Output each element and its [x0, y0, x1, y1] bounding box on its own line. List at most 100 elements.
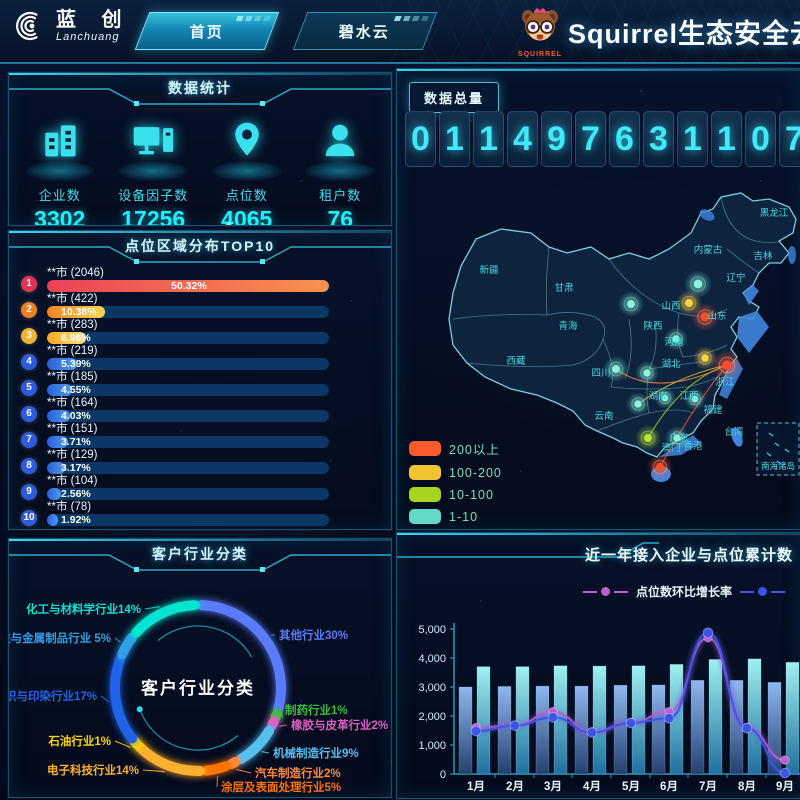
rank-badge: 6 [21, 406, 37, 422]
stat-item-4: 租户数76 [294, 117, 386, 226]
panel-head: 点位区域分布TOP10 [9, 231, 391, 265]
svg-text:福建: 福建 [703, 404, 723, 416]
map-legend-item: 200以上 [409, 439, 502, 458]
svg-text:南海诸岛: 南海诸岛 [761, 461, 795, 471]
region-label: **市 (129) [47, 449, 381, 462]
icon-pedestal [212, 161, 282, 181]
svg-text:其他行业30%: 其他行业30% [279, 628, 348, 642]
rank-badge: 8 [21, 458, 37, 474]
bar-percent-label: 1.92% [61, 514, 91, 526]
top10-row: 1**市 (2046)50.32% [19, 267, 381, 293]
top10-row: 3**市 (283)6.96% [19, 319, 381, 345]
top10-row: 5**市 (185)4.55% [19, 371, 381, 397]
svg-text:澳门: 澳门 [661, 442, 680, 454]
svg-text:石油行业1%: 石油行业1% [47, 734, 111, 748]
nav-tabs: 首页 碧水云 [142, 12, 430, 50]
svg-text:2月: 2月 [506, 780, 524, 793]
svg-text:台湾: 台湾 [724, 426, 744, 438]
panel-head: 数据统计 [9, 73, 391, 107]
stat-label: 企业数 [14, 185, 106, 204]
trend-mixed-chart[interactable]: 01,0002,0003,0004,0005,0001月2月3月4月5月6月7月… [397, 533, 800, 798]
svg-text:钢铁与金属制品行业 5%: 钢铁与金属制品行业 5% [9, 631, 111, 645]
legend-label: 1-10 [449, 510, 478, 524]
svg-text:6月: 6月 [660, 780, 678, 793]
stat-item-3: 点位数4065 [201, 117, 293, 226]
top10-bar-chart[interactable]: 1**市 (2046)50.32%2**市 (422)10.38%3**市 (2… [9, 265, 391, 527]
svg-text:7月: 7月 [699, 780, 717, 793]
rank-badge: 10 [21, 510, 37, 526]
bar-track: 6.96% [47, 332, 329, 344]
bar-track: 5.39% [47, 358, 329, 370]
region-label: **市 (151) [47, 423, 381, 436]
region-label: **市 (422) [47, 293, 381, 306]
stat-value: 4065 [201, 206, 293, 226]
tab-bishuiyun[interactable]: 碧水云 [293, 12, 438, 50]
map-legend-item: 10-100 [409, 487, 502, 502]
svg-text:电子科技行业14%: 电子科技行业14% [47, 763, 139, 777]
panel-title: 客户行业分类 [9, 544, 391, 564]
region-label: **市 (164) [47, 397, 381, 410]
panel-china-map: 数据总量 011497631107 新疆甘肃青海西藏内蒙古黑龙江吉林辽宁山西陕西… [396, 68, 800, 530]
svg-text:陕西: 陕西 [643, 320, 662, 332]
svg-text:纺织与印染行业17%: 纺织与印染行业17% [9, 689, 97, 703]
stat-label: 租户数 [294, 185, 386, 204]
svg-text:青海: 青海 [558, 320, 578, 332]
brand-logo: 蓝 创 Lanchuang [14, 8, 132, 44]
legend-label: 10-100 [449, 488, 494, 502]
svg-text:2,000: 2,000 [418, 711, 446, 723]
bar-percent-label: 4.55% [61, 384, 91, 396]
region-label: **市 (104) [47, 475, 381, 488]
top10-row: 9**市 (104)2.56% [19, 475, 381, 501]
svg-text:4,000: 4,000 [418, 653, 446, 665]
bar-percent-label: 10.38% [61, 306, 97, 318]
bar-percent-label: 3.17% [61, 462, 91, 474]
map-legend-item: 1-10 [409, 509, 502, 524]
panel-head: 客户行业分类 [9, 539, 391, 573]
logo-text-en: Lanchuang [56, 31, 132, 43]
svg-text:新疆: 新疆 [479, 264, 499, 276]
location-pin-icon [225, 117, 269, 163]
bar-track: 3.17% [47, 462, 329, 474]
tab-bishuiyun-label: 碧水云 [339, 21, 390, 42]
bar-percent-label: 2.56% [61, 488, 91, 500]
panel-data-statistics: 数据统计 企业数 3302设备因子数17256点位数4065租户数76 [8, 72, 392, 226]
top10-row: 2**市 (422)10.38% [19, 293, 381, 319]
tab-home-label: 首页 [190, 21, 224, 42]
svg-text:4月: 4月 [583, 780, 601, 793]
stat-item-2: 设备因子数17256 [107, 117, 199, 226]
top10-row: 6**市 (164)4.03% [19, 397, 381, 423]
region-label: **市 (219) [47, 345, 381, 358]
svg-text:辽宁: 辽宁 [726, 272, 745, 284]
rank-badge: 3 [21, 328, 37, 344]
stat-value: 3302 [14, 206, 106, 226]
page-title: Squirrel生态安全云平台 [568, 12, 800, 51]
map-legend-item: 100-200 [409, 465, 502, 480]
building-icon [38, 117, 82, 163]
svg-text:化工与材料学行业14%: 化工与材料学行业14% [26, 602, 141, 616]
bar-percent-label: 6.96% [61, 332, 91, 344]
legend-swatch [409, 509, 441, 524]
svg-text:浙江: 浙江 [715, 376, 735, 388]
svg-text:四川: 四川 [591, 368, 610, 379]
bar-track: 1.92% [47, 514, 329, 526]
svg-text:0: 0 [440, 769, 446, 781]
svg-text:西藏: 西藏 [506, 355, 526, 367]
bar-track: 2.56% [47, 488, 329, 500]
tab-home[interactable]: 首页 [135, 12, 280, 50]
bar-percent-label: 3.71% [61, 436, 91, 448]
panel-title: 数据统计 [9, 78, 391, 98]
bar-percent-label: 50.32% [171, 280, 207, 292]
legend-label: 100-200 [449, 466, 502, 480]
bar-track: 3.71% [47, 436, 329, 448]
svg-text:山西: 山西 [661, 301, 680, 312]
stat-label: 设备因子数 [107, 185, 199, 204]
legend-swatch [409, 487, 441, 502]
industry-donut-chart[interactable]: 其他行业30%制药行业1%橡胶与皮革行业2%机械制造行业9%汽车制造行业2%涂层… [9, 573, 391, 797]
region-label: **市 (2046) [47, 267, 381, 280]
svg-text:云南: 云南 [594, 410, 613, 422]
svg-text:5月: 5月 [622, 780, 640, 793]
svg-text:8月: 8月 [738, 780, 756, 793]
bar-track: 4.55% [47, 384, 329, 396]
icon-pedestal [305, 161, 375, 181]
icon-pedestal [25, 161, 95, 181]
